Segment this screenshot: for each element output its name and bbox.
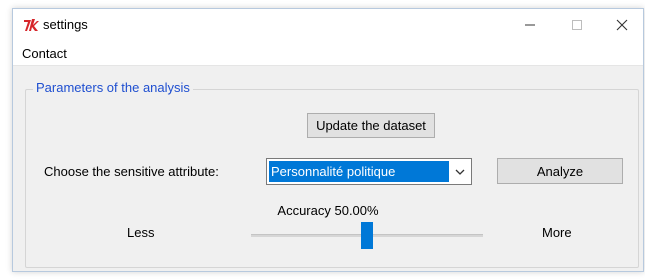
chevron-down-icon[interactable] [453,165,467,179]
slider-more-label: More [542,225,572,240]
analyze-button[interactable]: Analyze [497,158,623,184]
sensitive-attribute-label: Choose the sensitive attribute: [44,164,219,179]
close-button[interactable] [599,9,645,41]
slider-less-label: Less [127,225,155,240]
update-dataset-button[interactable]: Update the dataset [307,113,435,138]
title-bar[interactable]: settings [13,9,643,41]
settings-window: settings Contact Parameters of the analy… [12,8,644,272]
window-title: settings [43,17,88,32]
maximize-button[interactable] [554,9,600,41]
tk-feather-icon [22,17,42,33]
accuracy-label: Accuracy 50.00% [277,203,379,218]
groupbox-legend: Parameters of the analysis [33,80,193,95]
combobox-selected-value: Personnalité politique [269,161,449,182]
minimize-button[interactable] [507,9,553,41]
sensitive-attribute-combobox[interactable]: Personnalité politique [266,158,472,185]
accuracy-slider-thumb[interactable] [361,222,373,249]
menu-item-contact[interactable]: Contact [22,46,67,61]
menu-bar: Contact [13,41,643,66]
